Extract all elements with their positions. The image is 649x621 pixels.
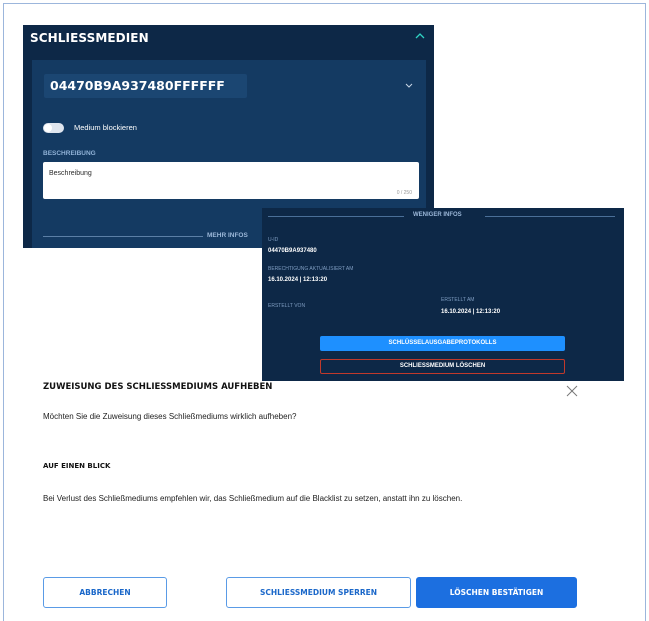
divider — [485, 216, 615, 217]
berechtigung-value: 16.10.2024 | 12:13:20 — [268, 277, 328, 283]
char-counter: 0 / 250 — [396, 190, 412, 196]
medium-id-field[interactable]: 04470B9A937480FFFFFF — [44, 74, 247, 98]
beschreibung-label: BESCHREIBUNG — [43, 150, 96, 157]
erstellt-am-value: 16.10.2024 | 12:13:20 — [441, 309, 501, 315]
beschreibung-textarea[interactable]: Beschreibung 0 / 250 — [43, 162, 419, 199]
uid-label: U-ID — [268, 237, 279, 243]
close-icon[interactable] — [566, 385, 578, 397]
dialog-subheading: AUF EINEN BLICK — [43, 462, 111, 470]
uid-value: 04470B9A937480 — [268, 248, 317, 254]
divider — [268, 216, 404, 217]
beschreibung-placeholder: Beschreibung — [49, 170, 92, 177]
weniger-infos-toggle[interactable]: WENIGER INFOS — [413, 212, 462, 218]
weniger-infos-panel: WENIGER INFOS U-ID 04470B9A937480 BERECH… — [262, 208, 624, 381]
medium-blockieren-toggle[interactable] — [43, 123, 64, 133]
dialog-info-text: Bei Verlust des Schließmediums empfehlen… — [43, 494, 463, 503]
schluesselausgabeprotokolle-button[interactable]: SCHLÜSSELAUSGABEPROTOKOLLS — [320, 336, 565, 351]
dialog-question: Möchten Sie die Zuweisung dieses Schließ… — [43, 412, 297, 421]
schliessmedium-loeschen-button[interactable]: SCHLIESSMEDIUM LÖSCHEN — [320, 359, 565, 374]
divider — [43, 236, 203, 237]
erstellt-am-label: ERSTELLT AM — [441, 297, 475, 303]
mehr-infos-toggle[interactable]: MEHR INFOS — [207, 232, 248, 239]
cancel-button[interactable]: ABBRECHEN — [43, 577, 167, 608]
chevron-down-icon[interactable] — [404, 82, 414, 90]
dialog-title: ZUWEISUNG DES SCHLIESSMEDIUMS AUFHEBEN — [43, 382, 273, 392]
confirm-delete-button[interactable]: LÖSCHEN BESTÄTIGEN — [416, 577, 577, 608]
toggle-label: Medium blockieren — [74, 123, 137, 132]
medium-id: 04470B9A937480FFFFFF — [50, 78, 225, 93]
chevron-up-icon[interactable] — [414, 31, 426, 41]
berechtigung-label: BERECHTIGUNG AKTUALISIERT AM — [268, 266, 354, 272]
panel-title: SCHLIESSMEDIEN — [30, 31, 149, 45]
block-medium-button[interactable]: SCHLIESSMEDIUM SPERREN — [226, 577, 411, 608]
erstellt-von-label: ERSTELLT VON — [268, 303, 306, 309]
